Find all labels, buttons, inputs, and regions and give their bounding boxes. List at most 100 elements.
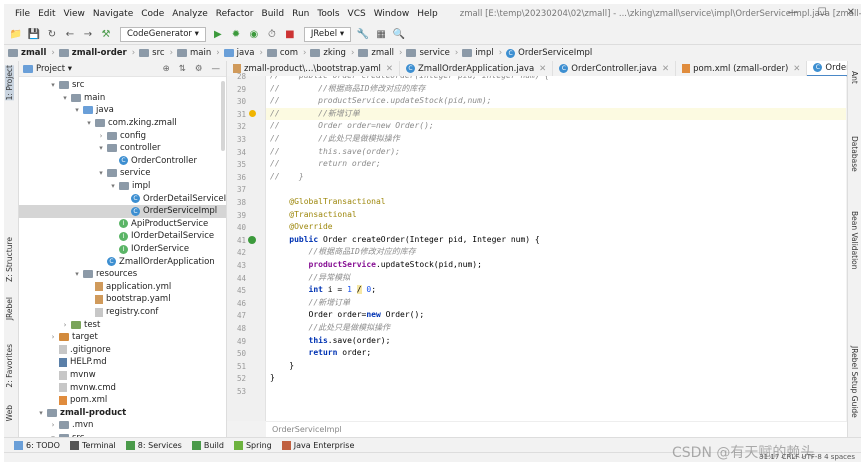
- tree-item[interactable]: pom.xml: [19, 394, 226, 407]
- editor-tab[interactable]: zmall-product\...\bootstrap.yaml ✕: [227, 61, 400, 76]
- run-config-select[interactable]: CodeGenerator ▾: [120, 26, 206, 42]
- menu-file[interactable]: File: [15, 9, 30, 19]
- search-icon[interactable]: 🔍: [393, 28, 405, 40]
- open-folder-icon[interactable]: 📁: [10, 28, 22, 40]
- editor-breadcrumb[interactable]: OrderServiceImpl: [266, 421, 852, 437]
- editor-tab[interactable]: pom.xml (zmall-order) ✕: [676, 61, 808, 76]
- coverage-icon[interactable]: ◉: [248, 28, 260, 40]
- tree-item[interactable]: › target: [19, 331, 226, 344]
- tree-item[interactable]: I IOrderDetailService: [19, 230, 226, 243]
- locate-icon[interactable]: ⊕: [163, 64, 170, 74]
- expand-arrow-icon[interactable]: ▾: [97, 144, 105, 152]
- debug-icon[interactable]: ✹: [230, 28, 242, 40]
- menu-refactor[interactable]: Refactor: [216, 9, 254, 19]
- build-hammer-icon[interactable]: ⚒: [100, 28, 112, 40]
- menu-navigate[interactable]: Navigate: [93, 9, 133, 19]
- tree-item[interactable]: ▾ src: [19, 79, 226, 92]
- expand-arrow-icon[interactable]: ▾: [109, 182, 117, 190]
- breadcrumb-item[interactable]: com ›: [266, 48, 306, 58]
- menu-vcs[interactable]: VCS: [348, 9, 366, 19]
- project-scrollbar[interactable]: [221, 81, 225, 151]
- close-tab-icon[interactable]: ✕: [662, 64, 669, 74]
- tool-tab-bean-validation[interactable]: Bean Validation: [850, 211, 859, 270]
- breadcrumb-item[interactable]: C OrderServiceImpl: [506, 48, 592, 58]
- expand-arrow-icon[interactable]: ▾: [61, 94, 69, 102]
- menu-view[interactable]: View: [64, 9, 85, 19]
- tree-item[interactable]: ▾ zmall-product: [19, 407, 226, 420]
- tool-tab-ant[interactable]: Ant: [850, 71, 859, 84]
- tree-item[interactable]: C OrderServiceImpl: [19, 205, 226, 218]
- bottom-tab[interactable]: Java Enterprise: [281, 441, 354, 450]
- bottom-tab[interactable]: Build: [191, 441, 224, 450]
- tree-item[interactable]: C OrderController: [19, 155, 226, 168]
- close-tab-icon[interactable]: ✕: [386, 64, 393, 74]
- hide-icon[interactable]: —: [212, 64, 221, 74]
- bottom-tab[interactable]: 6: TODO: [14, 441, 60, 450]
- editor-tab[interactable]: C ZmallOrderApplication.java ✕: [400, 61, 554, 76]
- tree-item[interactable]: ▾ com.zking.zmall: [19, 117, 226, 130]
- tree-item[interactable]: COrderDetailServiceImpl: [19, 192, 226, 205]
- breadcrumb-item[interactable]: zmall ›: [358, 48, 402, 58]
- tree-item[interactable]: ▾ controller: [19, 142, 226, 155]
- tree-item[interactable]: ▾ resources: [19, 268, 226, 281]
- menu-tools[interactable]: Tools: [317, 9, 339, 19]
- expand-arrow-icon[interactable]: ▾: [73, 270, 81, 278]
- menu-run[interactable]: Run: [292, 9, 309, 19]
- expand-arrow-icon[interactable]: ›: [97, 132, 105, 140]
- expand-arrow-icon[interactable]: ›: [49, 333, 57, 341]
- expand-arrow-icon[interactable]: ›: [61, 321, 69, 329]
- tool-tab-web[interactable]: Web: [5, 405, 14, 421]
- bottom-tab[interactable]: 8: Services: [125, 441, 182, 450]
- tree-item[interactable]: ▾ java: [19, 104, 226, 117]
- tree-item[interactable]: mvnw.cmd: [19, 381, 226, 394]
- tree-item[interactable]: mvnw: [19, 369, 226, 382]
- tool-tab-project[interactable]: 1: Project: [5, 65, 14, 101]
- jrebel-select[interactable]: JRebel ▾: [303, 26, 352, 42]
- breadcrumb-item[interactable]: zking ›: [310, 48, 354, 58]
- tree-item[interactable]: › config: [19, 129, 226, 142]
- menu-analyze[interactable]: Analyze: [172, 9, 207, 19]
- menu-window[interactable]: Window: [374, 9, 410, 19]
- project-view-select[interactable]: Project ▾: [36, 64, 72, 74]
- editor-tab[interactable]: COrderServiceImpl.java✕: [807, 61, 847, 76]
- close-tab-icon[interactable]: ✕: [793, 64, 800, 74]
- settings-wrench-icon[interactable]: 🔧: [357, 28, 369, 40]
- breadcrumb-item[interactable]: main ›: [176, 48, 220, 58]
- breadcrumb-item[interactable]: java ›: [223, 48, 263, 58]
- breadcrumb-item[interactable]: service ›: [406, 48, 458, 58]
- tree-item[interactable]: application.yml: [19, 281, 226, 294]
- expand-arrow-icon[interactable]: ▾: [73, 106, 81, 114]
- tree-item[interactable]: registry.conf: [19, 306, 226, 319]
- indent-setting[interactable]: 4 spaces: [824, 453, 855, 461]
- maximize-button[interactable]: ☐: [818, 7, 827, 18]
- breadcrumb-item[interactable]: zmall-order ›: [58, 48, 135, 58]
- tree-item[interactable]: ▾ impl: [19, 180, 226, 193]
- tree-item[interactable]: HELP.md: [19, 356, 226, 369]
- expand-arrow-icon[interactable]: ▾: [85, 119, 93, 127]
- menu-build[interactable]: Build: [262, 9, 285, 19]
- expand-arrow-icon[interactable]: ▾: [49, 81, 57, 89]
- bottom-tab[interactable]: Terminal: [69, 441, 116, 450]
- tree-item[interactable]: ▾ service: [19, 167, 226, 180]
- minimize-button[interactable]: —: [788, 7, 798, 18]
- intention-bulb-icon[interactable]: [249, 109, 256, 117]
- menu-code[interactable]: Code: [141, 9, 164, 19]
- back-icon[interactable]: ←: [64, 28, 76, 40]
- tree-item[interactable]: ▾ main: [19, 92, 226, 105]
- tool-tab-jrebel-setup[interactable]: JRebel Setup Guide: [850, 346, 859, 418]
- tree-item[interactable]: I IOrderService: [19, 243, 226, 256]
- save-all-icon[interactable]: 💾: [28, 28, 40, 40]
- expand-arrow-icon[interactable]: ▾: [37, 409, 45, 417]
- stop-icon[interactable]: ■: [284, 28, 296, 40]
- profile-icon[interactable]: ⏱: [266, 28, 278, 40]
- sync-icon[interactable]: ↻: [46, 28, 58, 40]
- tool-tab-structure[interactable]: Z: Structure: [5, 237, 14, 282]
- bottom-tab[interactable]: Spring: [233, 441, 272, 450]
- breadcrumb-item[interactable]: zmall ›: [8, 48, 55, 58]
- tree-item[interactable]: .gitignore: [19, 344, 226, 357]
- menu-edit[interactable]: Edit: [38, 9, 55, 19]
- tool-tab-database[interactable]: Database: [850, 136, 859, 172]
- forward-icon[interactable]: →: [82, 28, 94, 40]
- tree-item[interactable]: C ZmallOrderApplication: [19, 255, 226, 268]
- code-editor[interactable]: // public Order createOrder(Integer pid,…: [266, 76, 846, 421]
